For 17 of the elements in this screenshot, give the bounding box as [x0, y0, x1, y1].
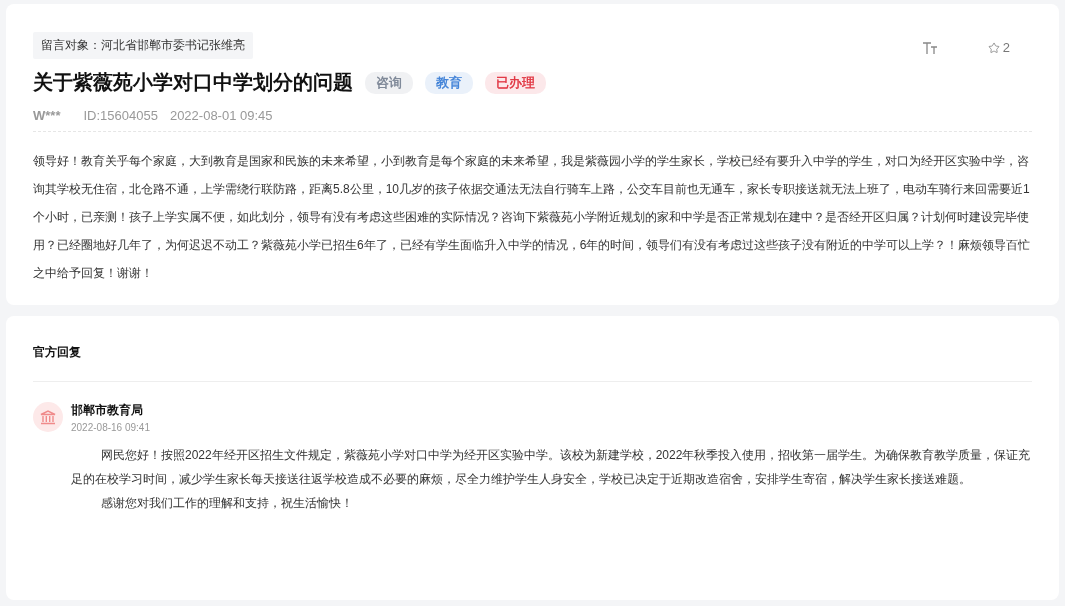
- reply-paragraph: 网民您好！按照2022年经开区招生文件规定，紫薇苑小学对口中学为经开区实验中学。该校为新建学校，2022年秋季投入使用，招收第一届学生。为确保教育教学质量，保证充足的在校学习时间，减少学生家长每天接送往返学校造成不必要的麻烦，尽全力维护学生人身安全，学校已决定于近期改造宿舍，安排学生寄宿，解决学生家长接送难题。: [71, 447, 1032, 488]
- reply-time: 2022-08-16 09:41: [71, 422, 150, 433]
- message-recipient: 留言对象：河北省邯郸市委书记张维亮: [33, 32, 253, 59]
- tag: 咨询: [365, 71, 413, 94]
- message-title: 关于紫薇苑小学对口中学划分的问题: [33, 70, 353, 95]
- reply-paragraph: 感谢您对我们工作的理解和支持，祝生活愉快！: [100, 495, 354, 512]
- author-name: W***: [33, 108, 61, 123]
- section-heading: 官方回复: [33, 344, 1032, 382]
- message-body: 领导好！教育关乎每个家庭，大到教育是国家和民族的未来希望，小到教育是每个家庭的未来希望，我是紫薇园小学的学生家长，学校已经有要升入中学的学生，对口为经开区实验中学，咨询其学校无住宿，北仓路不通，上学需绕行联防路，距离5.8公里，10几岁的孩子依据交通法无法自行骑车上路，公交车目前也无通车，家长专职接送就无法上班了，电动车骑行来回需要近1个小时，已亲测！孩子上学实属不便，如此划分，领导有没有考虑这些困难的实际情况？咨询下紫薇苑小学附近规划的家和中学是否正常规划在建中？是否经开区归属？计划何时建设完毕使用？已经圈地好几年了，为何迟迟不动工？紫薇苑小学已招生6年了，已经有学生面临升入中学的情况，6年的时间，领导们有没有考虑过这些孩子没有附近的中学可以上学？！麻烦领导百忙之中给予回复！谢谢！: [33, 153, 1032, 282]
- message-time: 2022-08-01 09:45: [169, 108, 273, 123]
- bank-icon: [40, 409, 56, 425]
- tag: 已办理: [485, 71, 546, 94]
- department-name: 邯郸市教育局: [71, 402, 144, 419]
- favorite-button[interactable]: 2: [987, 40, 1010, 55]
- font-size-icon[interactable]: [921, 41, 938, 54]
- tag: 教育: [425, 71, 473, 94]
- message-id: ID:15604055: [83, 108, 158, 123]
